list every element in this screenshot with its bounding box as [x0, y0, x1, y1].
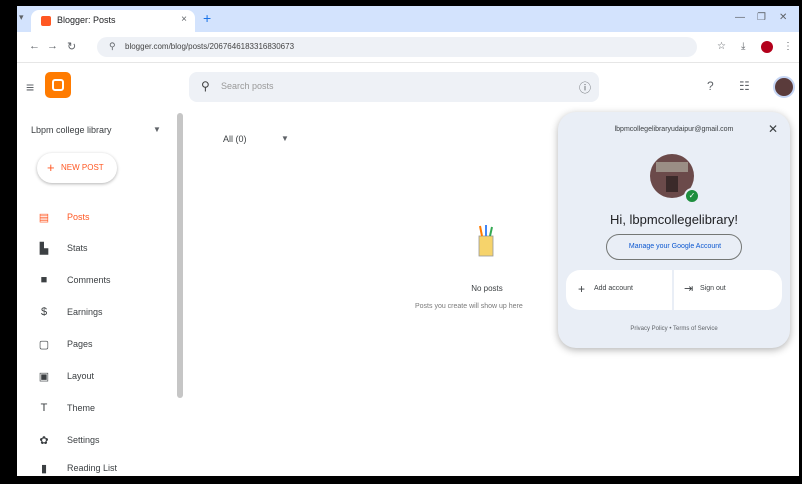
sign-out-button[interactable]: Sign out	[700, 285, 726, 292]
manage-account-label: Manage your Google Account	[628, 243, 722, 250]
plus-icon: +	[47, 160, 55, 175]
avatar-photo-door	[666, 176, 678, 192]
pages-icon: ▢	[38, 339, 50, 351]
post-filter-select[interactable]: All (0)	[223, 134, 247, 144]
verified-check-icon: ✓	[684, 188, 700, 204]
browser-profile-icon[interactable]	[761, 41, 773, 53]
window-close-icon[interactable]: ✕	[779, 12, 787, 23]
sidebar-scrollbar[interactable]	[177, 113, 183, 398]
posts-icon: ▤	[38, 212, 50, 224]
url-text: blogger.com/blog/posts/20676461833168306…	[125, 42, 295, 51]
minimize-icon[interactable]: —	[735, 12, 745, 23]
blog-selector[interactable]: Lbpm college library	[31, 125, 112, 135]
tab-title: Blogger: Posts	[57, 15, 116, 25]
sidebar-item-reading-list[interactable]: ▮ Reading List	[17, 454, 177, 476]
new-post-label: NEW POST	[61, 163, 104, 172]
close-icon[interactable]: ✕	[768, 122, 778, 136]
sidebar-item-label: Comments	[67, 275, 111, 285]
new-tab-button[interactable]: +	[203, 10, 211, 26]
sidebar-item-label: Stats	[67, 243, 88, 253]
account-actions: + Add account ⇥ Sign out	[566, 270, 782, 310]
tab-search-icon[interactable]: ▾	[19, 12, 24, 23]
popup-footer-links[interactable]: Privacy Policy • Terms of Service	[558, 326, 790, 332]
sidebar-item-label: Theme	[67, 403, 96, 413]
plus-icon[interactable]: +	[578, 282, 585, 296]
url-input[interactable]: ⚲ blogger.com/blog/posts/206764618331683…	[97, 37, 697, 57]
comments-icon: ■	[40, 274, 48, 286]
empty-state-title: No posts	[471, 284, 503, 293]
chevron-down-icon[interactable]: ▼	[281, 134, 289, 143]
app-header: ≡ ⚲ Search posts ⓘ ? ☷	[17, 63, 799, 111]
sidebar-item-settings[interactable]: ✿ Settings	[17, 426, 177, 456]
sidebar-item-label: Earnings	[67, 307, 103, 317]
sidebar-item-label: Pages	[67, 339, 93, 349]
sidebar-item-label: Posts	[67, 212, 90, 222]
search-input[interactable]: ⚲ Search posts ⓘ	[189, 72, 599, 102]
tab-blogger[interactable]: Blogger: Posts ×	[31, 10, 195, 32]
chevron-down-icon[interactable]: ▼	[153, 125, 161, 134]
avatar-photo-roof	[656, 162, 688, 172]
sidebar-item-label: Settings	[67, 435, 100, 445]
reload-icon[interactable]: ↻	[67, 40, 76, 53]
tab-bar: ▾ Blogger: Posts × + — ❐ ✕	[17, 6, 799, 32]
bookmark-star-icon[interactable]: ☆	[717, 41, 726, 52]
sidebar-item-posts[interactable]: ▤ Posts	[17, 203, 177, 233]
sidebar-item-label: Reading List	[67, 463, 118, 473]
sidebar-item-label: Layout	[67, 371, 95, 381]
reading-list-icon: ▮	[40, 463, 48, 475]
sidebar: Lbpm college library ▼ + NEW POST ▤ Post…	[17, 111, 183, 476]
search-help-icon[interactable]: ⓘ	[579, 79, 591, 96]
add-account-button[interactable]: Add account	[594, 285, 633, 292]
search-icon: ⚲	[201, 79, 210, 93]
blogger-favicon-icon	[41, 16, 51, 26]
site-info-icon[interactable]: ⚲	[109, 41, 116, 52]
theme-icon: T	[40, 402, 48, 414]
sidebar-item-stats[interactable]: ▙ Stats	[17, 234, 177, 264]
address-bar-row: ← → ↻ ⚲ blogger.com/blog/posts/206764618…	[17, 32, 799, 63]
help-icon[interactable]: ?	[707, 79, 714, 93]
manage-account-button[interactable]: Manage your Google Account	[606, 234, 742, 260]
layout-icon: ▣	[38, 371, 50, 383]
new-post-button[interactable]: + NEW POST	[37, 153, 117, 183]
sidebar-item-layout[interactable]: ▣ Layout	[17, 362, 177, 392]
earnings-icon: $	[40, 306, 48, 318]
sidebar-item-comments[interactable]: ■ Comments	[17, 266, 177, 296]
empty-posts-illustration-icon	[478, 225, 494, 257]
empty-state-subtitle: Posts you create will show up here	[415, 303, 523, 310]
browser-menu-icon[interactable]: ⋮	[783, 41, 793, 52]
sign-out-icon[interactable]: ⇥	[684, 282, 693, 295]
account-popup: lbpmcollegelibraryudaipur@gmail.com ✕ ✓ …	[558, 112, 790, 348]
forward-icon[interactable]: →	[47, 40, 58, 52]
sidebar-item-theme[interactable]: T Theme	[17, 394, 177, 424]
settings-icon: ✿	[39, 435, 49, 447]
main-menu-icon[interactable]: ≡	[26, 79, 34, 95]
sidebar-item-pages[interactable]: ▢ Pages	[17, 330, 177, 360]
tab-close-icon[interactable]: ×	[181, 14, 187, 25]
apps-grid-icon[interactable]: ☷	[739, 79, 750, 93]
download-icon[interactable]: ⤓	[741, 41, 745, 52]
back-icon[interactable]: ←	[29, 40, 40, 52]
search-placeholder: Search posts	[221, 81, 274, 91]
browser-window: ▾ Blogger: Posts × + — ❐ ✕ ← → ↻ ⚲ blogg…	[17, 6, 799, 476]
account-email: lbpmcollegelibraryudaipur@gmail.com	[614, 126, 734, 133]
stats-icon: ▙	[39, 243, 49, 255]
account-greeting: Hi, lbpmcollegelibrary!	[610, 212, 738, 227]
sidebar-item-earnings[interactable]: $ Earnings	[17, 298, 177, 328]
divider	[672, 270, 674, 310]
blogger-logo-icon[interactable]	[45, 72, 71, 98]
account-avatar[interactable]	[773, 76, 795, 98]
maximize-icon[interactable]: ❐	[757, 12, 766, 23]
